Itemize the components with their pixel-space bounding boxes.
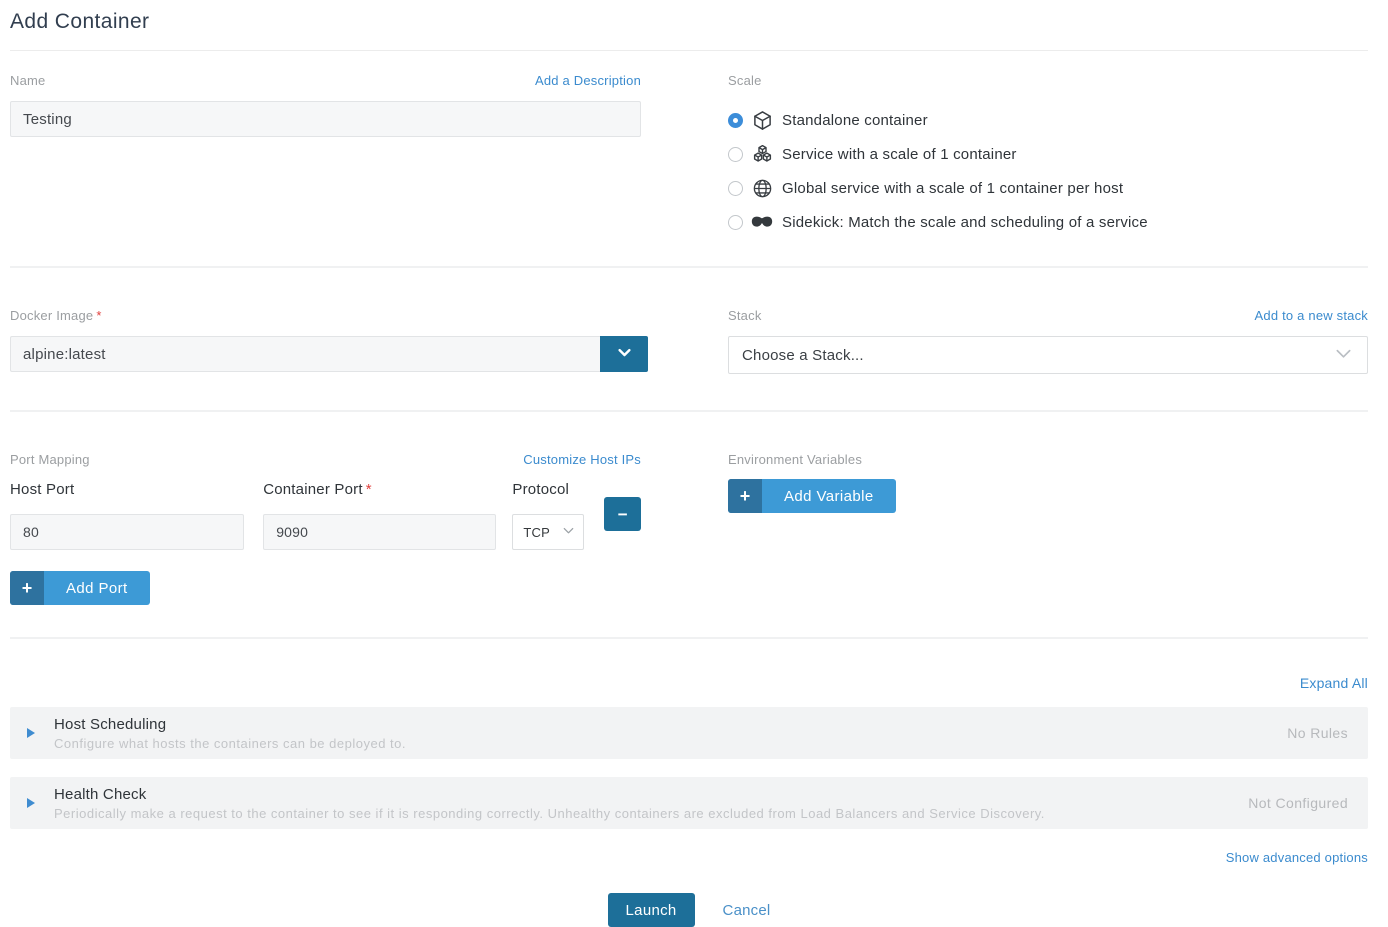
container-port-column: Container Port* — [263, 481, 512, 550]
docker-image-label: Docker Image* — [10, 308, 102, 323]
environment-variables-group: Environment Variables + Add Variable — [728, 452, 1368, 513]
docker-image-group: Docker Image* — [10, 308, 641, 372]
name-field-group: Name Add a Description — [10, 73, 641, 137]
stack-select-value: Choose a Stack... — [742, 347, 864, 364]
section-divider — [10, 410, 1368, 412]
host-port-input[interactable] — [10, 514, 244, 550]
chevron-down-icon — [616, 344, 633, 364]
scale-label: Scale — [728, 73, 762, 88]
add-port-button[interactable]: + Add Port — [10, 571, 150, 605]
chevron-down-icon — [562, 524, 575, 540]
protocol-column: Protocol TCP — [512, 481, 584, 550]
stack-group: Stack Add to a new stack Choose a Stack.… — [728, 308, 1368, 374]
name-scale-row: Name Add a Description Scale — [10, 73, 1368, 239]
service-cubes-icon — [751, 144, 773, 165]
header-divider — [10, 50, 1368, 51]
chevron-down-icon — [1334, 344, 1353, 367]
stack-label: Stack — [728, 308, 762, 323]
add-variable-button-label: Add Variable — [762, 479, 896, 513]
scale-option-label: Sidekick: Match the scale and scheduling… — [782, 214, 1148, 231]
scale-group: Scale Standalone container — [728, 73, 1368, 239]
add-variable-button[interactable]: + Add Variable — [728, 479, 896, 513]
stack-select[interactable]: Choose a Stack... — [728, 336, 1368, 374]
container-port-input[interactable] — [263, 514, 496, 550]
status-badge: No Rules — [1287, 725, 1348, 741]
image-stack-row: Docker Image* Stack Add to a new stack C… — [10, 308, 1368, 374]
image-dropdown-button[interactable] — [600, 336, 648, 372]
required-asterisk: * — [366, 481, 372, 498]
required-asterisk: * — [96, 308, 101, 323]
add-port-button-label: Add Port — [44, 571, 150, 605]
add-container-page: Add Container Name Add a Description Sca… — [0, 0, 1388, 925]
radio-selected[interactable] — [728, 113, 743, 128]
name-label: Name — [10, 73, 45, 88]
globe-icon — [751, 178, 773, 199]
accordion-description: Configure what hosts the containers can … — [54, 736, 406, 751]
scale-option-label: Global service with a scale of 1 contain… — [782, 180, 1123, 197]
footer-actions: Launch Cancel — [10, 893, 1368, 927]
radio-unselected[interactable] — [728, 181, 743, 196]
docker-image-input[interactable] — [10, 336, 600, 372]
minus-icon: − — [618, 506, 628, 523]
environment-variables-label: Environment Variables — [728, 452, 862, 467]
accordion-title: Host Scheduling — [54, 716, 406, 733]
scale-options: Standalone container — [728, 103, 1368, 239]
protocol-select[interactable]: TCP — [512, 514, 584, 550]
ports-env-row: Port Mapping Customize Host IPs Host Por… — [10, 452, 1368, 605]
protocol-label: Protocol — [512, 481, 584, 499]
scale-option-service[interactable]: Service with a scale of 1 container — [728, 137, 1368, 171]
port-mapping-label: Port Mapping — [10, 452, 90, 467]
plus-icon: + — [728, 479, 762, 513]
section-divider — [10, 266, 1368, 268]
port-mapping-group: Port Mapping Customize Host IPs Host Por… — [10, 452, 641, 605]
add-description-link[interactable]: Add a Description — [535, 73, 641, 88]
page-title: Add Container — [10, 0, 1368, 34]
name-input[interactable] — [10, 101, 641, 137]
add-new-stack-link[interactable]: Add to a new stack — [1255, 308, 1368, 323]
container-port-label: Container Port* — [263, 481, 512, 499]
scale-option-standalone[interactable]: Standalone container — [728, 103, 1368, 137]
status-badge: Not Configured — [1248, 795, 1348, 811]
expand-all-row: Expand All — [10, 675, 1368, 693]
triangle-right-icon — [27, 798, 35, 808]
show-advanced-row: Show advanced options — [10, 849, 1368, 867]
scale-option-sidekick[interactable]: Sidekick: Match the scale and scheduling… — [728, 205, 1368, 239]
mask-icon — [751, 215, 773, 229]
host-port-column: Host Port — [10, 481, 263, 550]
accordion-title: Health Check — [54, 786, 1045, 803]
accordion-description: Periodically make a request to the conta… — [54, 806, 1045, 821]
accordion-text: Host Scheduling Configure what hosts the… — [54, 716, 406, 751]
accordion-text: Health Check Periodically make a request… — [54, 786, 1045, 821]
launch-button[interactable]: Launch — [608, 893, 695, 927]
host-port-label: Host Port — [10, 481, 263, 499]
show-advanced-options-link[interactable]: Show advanced options — [1226, 850, 1368, 865]
scale-option-global[interactable]: Global service with a scale of 1 contain… — [728, 171, 1368, 205]
scale-option-label: Standalone container — [782, 112, 928, 129]
radio-unselected[interactable] — [728, 147, 743, 162]
section-divider — [10, 637, 1368, 639]
cube-icon — [751, 110, 773, 131]
radio-unselected[interactable] — [728, 215, 743, 230]
plus-icon: + — [10, 571, 44, 605]
host-scheduling-accordion[interactable]: Host Scheduling Configure what hosts the… — [10, 707, 1368, 759]
customize-host-ips-link[interactable]: Customize Host IPs — [523, 452, 641, 467]
scale-option-label: Service with a scale of 1 container — [782, 146, 1017, 163]
expand-all-link[interactable]: Expand All — [1300, 675, 1368, 691]
triangle-right-icon — [27, 728, 35, 738]
health-check-accordion[interactable]: Health Check Periodically make a request… — [10, 777, 1368, 829]
protocol-select-value: TCP — [523, 525, 550, 540]
remove-port-button[interactable]: − — [604, 497, 641, 531]
cancel-button[interactable]: Cancel — [723, 902, 771, 919]
